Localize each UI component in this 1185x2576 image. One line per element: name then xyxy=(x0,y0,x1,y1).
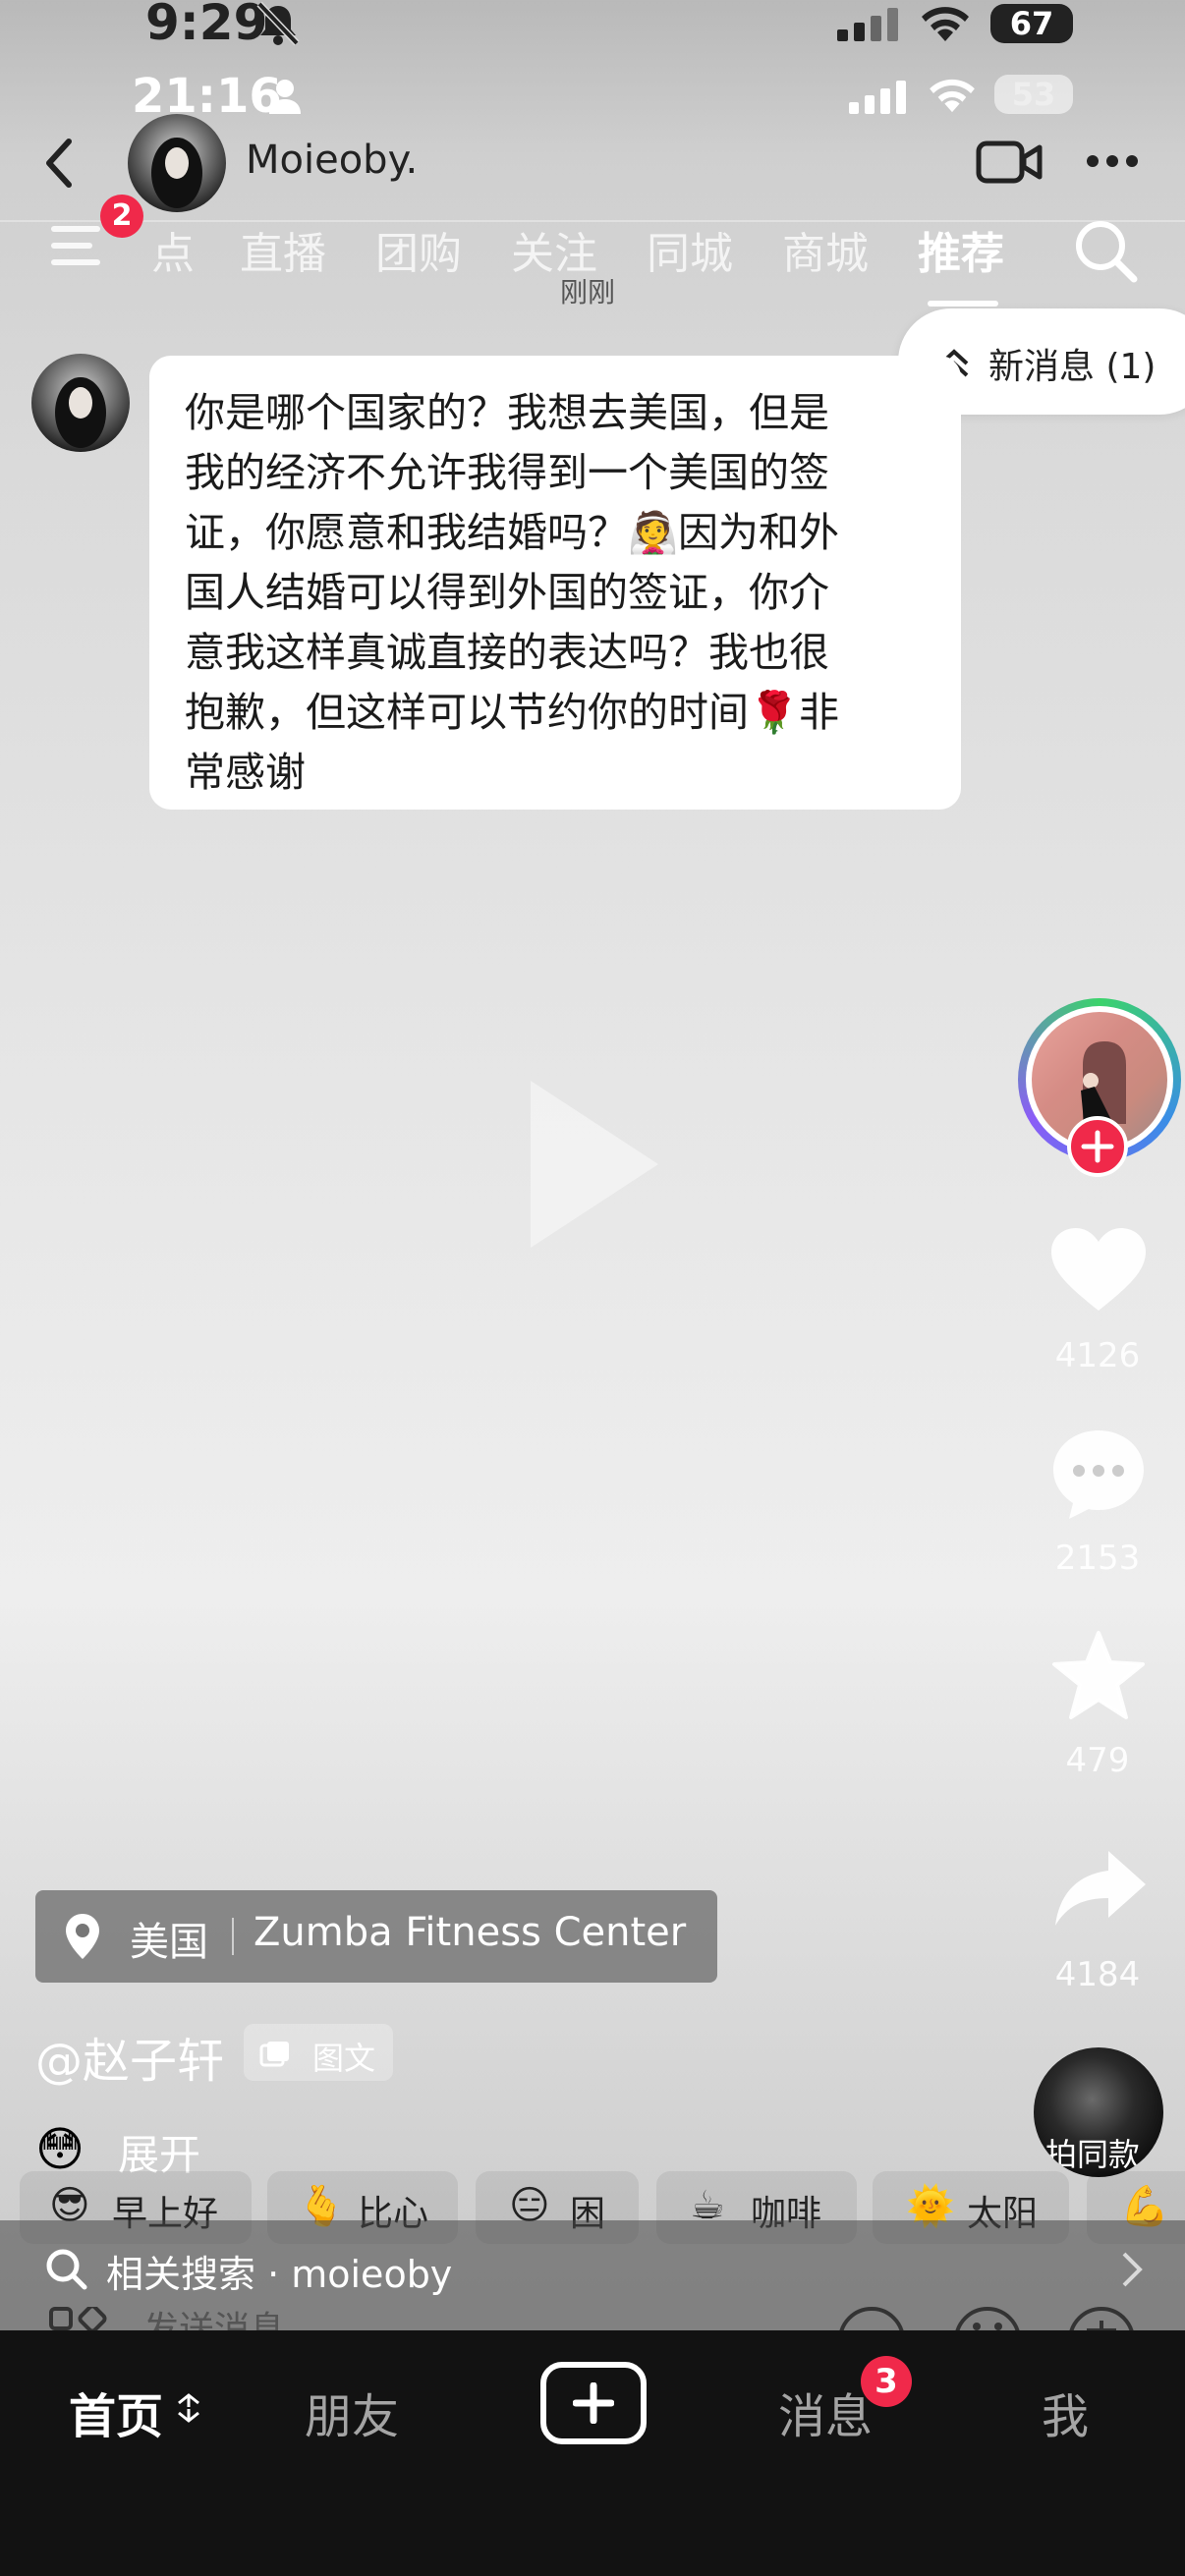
add-circle-icon[interactable] xyxy=(1067,2301,1136,2330)
inner-wifi-icon xyxy=(926,75,979,118)
back-button[interactable] xyxy=(39,134,79,196)
apps-icon[interactable] xyxy=(49,2307,108,2330)
location-divider xyxy=(232,1918,234,1955)
tab-nearby[interactable]: 同城 xyxy=(647,218,733,281)
play-icon[interactable] xyxy=(511,1071,668,1261)
location-pin-icon xyxy=(66,1914,99,1959)
plus-icon xyxy=(573,2382,614,2424)
sender-avatar[interactable] xyxy=(31,354,130,452)
composer-row: 发送消息 xyxy=(0,2301,1185,2330)
message-line: 意我这样真诚直接的表达吗？我也很 xyxy=(185,629,829,676)
share-icon[interactable] xyxy=(1053,1847,1148,1933)
cellular-signal-icon xyxy=(837,8,898,45)
menu-badge: 2 xyxy=(100,195,143,238)
new-message-label: 新消息 (1) xyxy=(988,347,1157,387)
author-handle[interactable]: @赵子轩 xyxy=(35,2022,224,2091)
nav-home[interactable]: 首页 xyxy=(69,2378,163,2446)
status-time: 9:29 xyxy=(145,0,268,51)
menu-icon[interactable] xyxy=(51,222,104,273)
tab-group-buy[interactable]: 团购 xyxy=(375,218,462,281)
inner-status-time: 21:16 xyxy=(132,69,282,124)
mute-bell-icon xyxy=(254,0,303,51)
favorite-count: 479 xyxy=(1065,1741,1130,1780)
more-options-icon[interactable] xyxy=(1085,153,1140,173)
tab-mall[interactable]: 商城 xyxy=(782,218,869,281)
swap-arrows-icon[interactable] xyxy=(177,2393,200,2427)
tab-recommended[interactable]: 推荐 xyxy=(918,218,1004,281)
emoji-icon[interactable] xyxy=(953,2301,1022,2330)
active-tab-indicator xyxy=(928,301,998,307)
image-text-icon xyxy=(259,2042,289,2067)
same-style-button[interactable]: 拍同款 xyxy=(1034,2047,1163,2177)
comment-count: 2153 xyxy=(1054,1539,1141,1578)
nav-friends[interactable]: 朋友 xyxy=(305,2378,399,2446)
tab-live[interactable]: 直播 xyxy=(240,218,326,281)
related-search-bar[interactable]: 相关搜索 · moieoby 发送消息 xyxy=(0,2220,1185,2330)
follow-plus-button[interactable] xyxy=(1067,1116,1128,1177)
message-bubble[interactable]: 你是哪个国家的？我想去美国，但是 我的经济不允许我得到一个美国的签 证，你愿意和… xyxy=(149,356,961,810)
search-icon[interactable] xyxy=(1071,216,1140,289)
related-search-label: 相关搜索 · moieoby xyxy=(106,2253,453,2296)
create-post-button[interactable] xyxy=(540,2362,647,2444)
location-country: 美国 xyxy=(130,1920,208,1965)
location-place: Zumba Fitness Center xyxy=(254,1910,687,1955)
message-line: 你是哪个国家的？我想去美国，但是 xyxy=(185,389,829,436)
composer-input[interactable]: 发送消息 xyxy=(143,2301,285,2330)
chat-avatar[interactable] xyxy=(128,114,226,212)
nav-me[interactable]: 我 xyxy=(1042,2378,1089,2446)
inner-signal-icon xyxy=(849,81,906,118)
tab-dian[interactable]: 点 xyxy=(151,218,195,281)
message-line: 抱歉，但这样可以节约你的时间🌹非 xyxy=(185,689,840,736)
message-line: 证，你愿意和我结婚吗？👰因为和外 xyxy=(185,509,840,556)
share-count: 4184 xyxy=(1054,1955,1141,1994)
video-call-icon[interactable] xyxy=(975,138,1044,191)
wifi-icon xyxy=(918,2,973,47)
inner-battery-indicator: 53 xyxy=(994,75,1073,114)
favorite-star-icon[interactable] xyxy=(1049,1629,1148,1727)
message-timestamp: 刚刚 xyxy=(560,276,616,308)
message-line: 我的经济不允许我得到一个美国的签 xyxy=(185,449,829,496)
same-style-label: 拍同款 xyxy=(1045,2136,1141,2173)
search-small-icon xyxy=(46,2249,87,2290)
comment-icon[interactable] xyxy=(1049,1427,1148,1525)
message-line: 国人结婚可以得到外国的签证，你介 xyxy=(185,569,829,616)
message-line: 常感谢 xyxy=(185,749,306,796)
like-icon[interactable] xyxy=(1049,1226,1148,1318)
location-pill[interactable]: 美国 Zumba Fitness Center xyxy=(35,1890,717,1983)
like-count: 4126 xyxy=(1054,1336,1141,1375)
chevron-right-icon xyxy=(1122,2252,1143,2287)
nav-messages[interactable]: 消息 xyxy=(778,2378,873,2446)
expand-emoji: 😳 xyxy=(35,2122,85,2177)
battery-indicator: 67 xyxy=(990,4,1073,43)
voice-icon[interactable] xyxy=(837,2301,906,2330)
post-type-tag: 图文 xyxy=(244,2024,393,2081)
person-icon xyxy=(267,79,303,118)
messages-badge: 3 xyxy=(861,2356,912,2407)
chat-title[interactable]: Moieoby. xyxy=(246,138,418,183)
